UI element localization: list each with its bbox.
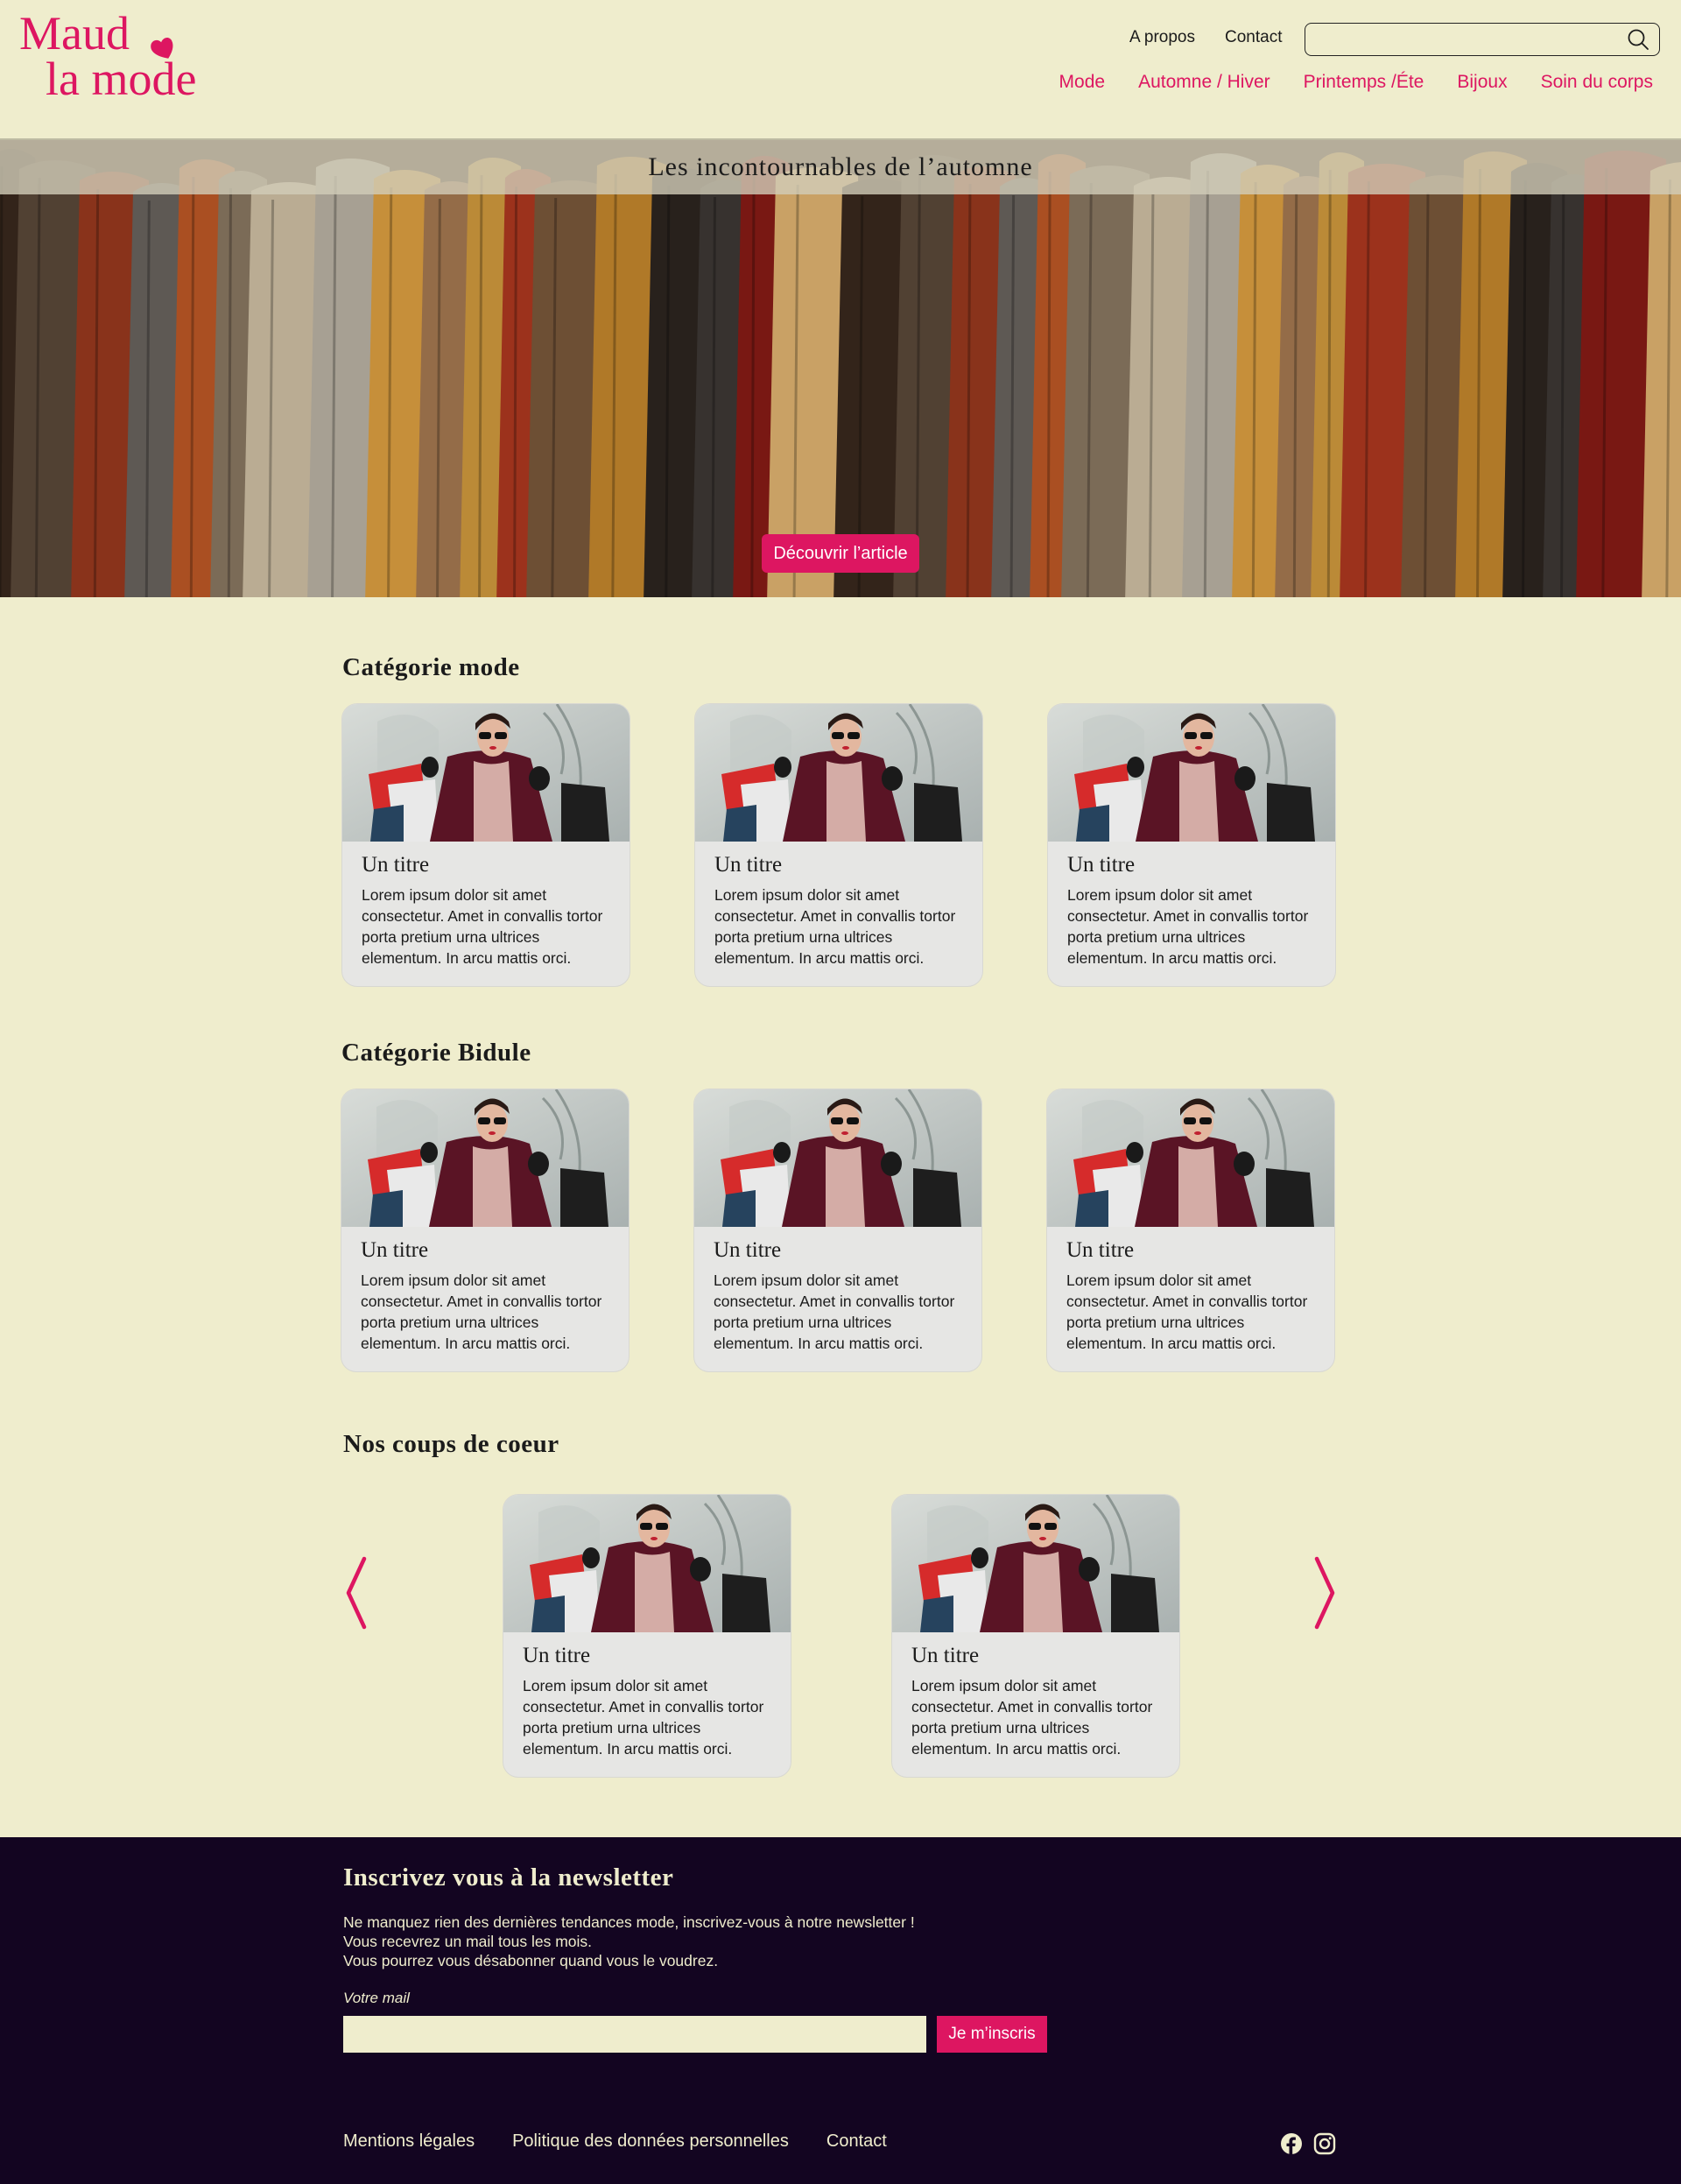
card-image: [694, 1089, 981, 1227]
card-text: Lorem ipsum dolor sit amet consectetur. …: [714, 1272, 955, 1352]
email-label: Votre mail: [343, 1990, 410, 2006]
main-nav: Mode Automne / Hiver Printemps /Éte Bijo…: [1059, 72, 1653, 93]
card-image: [503, 1495, 791, 1632]
card-image: [892, 1495, 1179, 1632]
card-text: Lorem ipsum dolor sit amet consectetur. …: [911, 1677, 1153, 1758]
subscribe-button[interactable]: Je m’inscris: [937, 2016, 1047, 2053]
nav-printemps-ete[interactable]: Printemps /Éte: [1304, 72, 1424, 93]
facebook-icon[interactable]: [1280, 2132, 1303, 2155]
nav-bijoux[interactable]: Bijoux: [1457, 72, 1507, 93]
article-card[interactable]: Un titre Lorem ipsum dolor sit amet cons…: [1046, 1088, 1335, 1372]
section-title-coups-de-coeur: Nos coups de coeur: [343, 1430, 559, 1458]
discover-article-button[interactable]: Découvrir l’article: [762, 534, 919, 573]
newsletter-title: Inscrivez vous à la newsletter: [343, 1863, 674, 1892]
instagram-icon[interactable]: [1313, 2132, 1336, 2155]
hero-title-band: Les incontournables de l’automne: [0, 140, 1681, 194]
search-icon[interactable]: [1626, 27, 1650, 52]
card-image: [342, 704, 629, 842]
card-text: Lorem ipsum dolor sit amet consectetur. …: [1066, 1272, 1308, 1352]
card-text: Lorem ipsum dolor sit amet consectetur. …: [362, 886, 603, 967]
link-a-propos[interactable]: A propos: [1129, 28, 1195, 47]
site-footer: Inscrivez vous à la newsletter Ne manque…: [0, 1837, 1681, 2184]
card-title: Un titre: [911, 1644, 980, 1667]
card-text: Lorem ipsum dolor sit amet consectetur. …: [714, 886, 956, 967]
card-title: Un titre: [362, 853, 430, 877]
article-card[interactable]: Un titre Lorem ipsum dolor sit amet cons…: [503, 1494, 791, 1778]
card-image: [695, 704, 982, 842]
article-card[interactable]: Un titre Lorem ipsum dolor sit amet cons…: [694, 703, 983, 987]
article-card[interactable]: Un titre Lorem ipsum dolor sit amet cons…: [341, 703, 630, 987]
article-card[interactable]: Un titre Lorem ipsum dolor sit amet cons…: [1047, 703, 1336, 987]
search-input[interactable]: [1305, 24, 1612, 53]
section-title-bidule: Catégorie Bidule: [341, 1039, 531, 1067]
link-contact[interactable]: Contact: [1225, 28, 1282, 47]
link-footer-contact[interactable]: Contact: [826, 2131, 887, 2152]
footer-links: Mentions légales Politique des données p…: [343, 2131, 887, 2152]
card-title: Un titre: [714, 853, 783, 877]
card-text: Lorem ipsum dolor sit amet consectetur. …: [1067, 886, 1309, 967]
card-title: Un titre: [523, 1644, 591, 1667]
newsletter-description: Ne manquez rien des dernières tendances …: [343, 1913, 915, 1970]
article-card[interactable]: Un titre Lorem ipsum dolor sit amet cons…: [891, 1494, 1180, 1778]
newsletter-line: Vous pourrez vous désabonner quand vous …: [343, 1952, 719, 1969]
card-text: Lorem ipsum dolor sit amet consectetur. …: [523, 1677, 764, 1758]
search-box: [1305, 23, 1660, 56]
card-title: Un titre: [1067, 853, 1136, 877]
nav-soin-du-corps[interactable]: Soin du corps: [1541, 72, 1653, 93]
nav-mode[interactable]: Mode: [1059, 72, 1106, 93]
link-politique-donnees[interactable]: Politique des données personnelles: [512, 2131, 789, 2152]
nav-automne-hiver[interactable]: Automne / Hiver: [1138, 72, 1270, 93]
heart-icon: [151, 38, 173, 59]
site-header: Maud la mode A propos Contact Mode Autom…: [0, 0, 1681, 140]
card-image: [1047, 1089, 1334, 1227]
newsletter-line: Vous recevrez un mail tous les mois.: [343, 1933, 593, 1950]
section-title-mode: Catégorie mode: [342, 653, 520, 681]
chevron-right-icon[interactable]: [1313, 1555, 1338, 1631]
email-field[interactable]: [343, 2016, 926, 2053]
newsletter-line: Ne manquez rien des dernières tendances …: [343, 1913, 915, 1931]
card-title: Un titre: [714, 1238, 782, 1262]
article-card[interactable]: Un titre Lorem ipsum dolor sit amet cons…: [341, 1088, 629, 1372]
card-image: [341, 1089, 629, 1227]
chevron-left-icon[interactable]: [343, 1555, 368, 1631]
hero-clothes-image: [0, 140, 1681, 597]
link-mentions-legales[interactable]: Mentions légales: [343, 2131, 475, 2152]
site-logo[interactable]: Maud la mode: [19, 10, 196, 102]
hero-title: Les incontournables de l’automne: [648, 152, 1033, 181]
article-card[interactable]: Un titre Lorem ipsum dolor sit amet cons…: [693, 1088, 982, 1372]
card-title: Un titre: [361, 1238, 429, 1262]
card-text: Lorem ipsum dolor sit amet consectetur. …: [361, 1272, 602, 1352]
hero-banner: Les incontournables de l’automne Découvr…: [0, 140, 1681, 597]
card-image: [1048, 704, 1335, 842]
card-title: Un titre: [1066, 1238, 1135, 1262]
top-links: A propos Contact: [1129, 28, 1282, 47]
